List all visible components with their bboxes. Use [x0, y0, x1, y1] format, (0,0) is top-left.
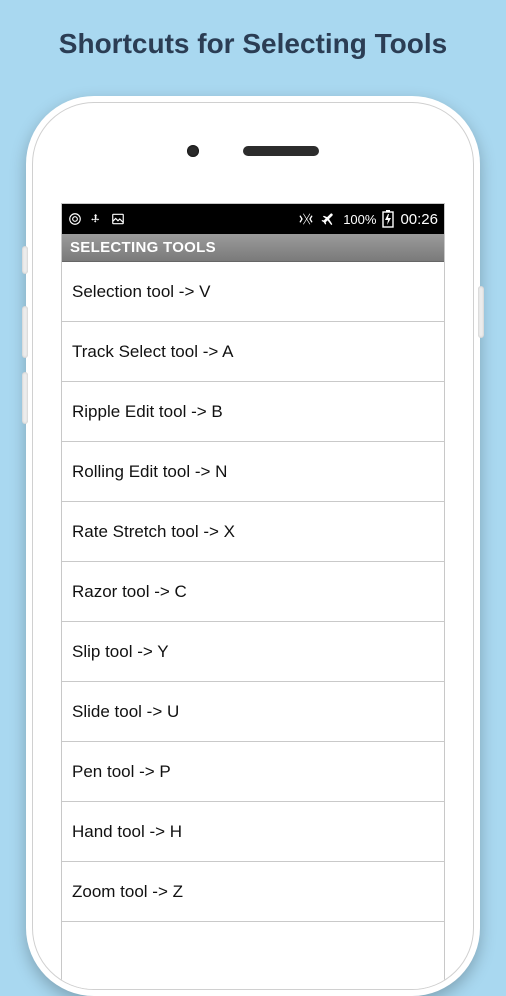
earpiece-speaker-icon — [243, 146, 319, 156]
mute-switch — [22, 246, 28, 274]
battery-percent: 100% — [343, 212, 376, 227]
clock: 00:26 — [400, 211, 438, 228]
list-item-label: Zoom tool -> Z — [72, 882, 183, 902]
list-item[interactable]: Slide tool -> U — [62, 682, 444, 742]
list-item[interactable]: Razor tool -> C — [62, 562, 444, 622]
list-item-label: Pen tool -> P — [72, 762, 171, 782]
list-item[interactable]: Rolling Edit tool -> N — [62, 442, 444, 502]
list-item[interactable]: Track Select tool -> A — [62, 322, 444, 382]
list-item[interactable]: Selection tool -> V — [62, 262, 444, 322]
list-item[interactable]: Hand tool -> H — [62, 802, 444, 862]
list-item[interactable]: Ripple Edit tool -> B — [62, 382, 444, 442]
shortcut-list[interactable]: Selection tool -> V Track Select tool ->… — [62, 262, 444, 922]
vibrate-icon — [297, 211, 315, 227]
list-item-label: Hand tool -> H — [72, 822, 182, 842]
airplane-icon — [321, 211, 337, 227]
list-item-label: Slide tool -> U — [72, 702, 179, 722]
front-camera-icon — [187, 145, 199, 157]
battery-charging-icon — [382, 210, 394, 228]
list-item-label: Ripple Edit tool -> B — [72, 402, 223, 422]
phone-inner: 100% 00:26 SELECTING TOOLS Selection too… — [32, 102, 474, 990]
phone-frame: 100% 00:26 SELECTING TOOLS Selection too… — [26, 96, 480, 996]
list-item-label: Razor tool -> C — [72, 582, 187, 602]
volume-down-button — [22, 372, 28, 424]
picture-icon — [110, 212, 126, 226]
list-item[interactable]: Slip tool -> Y — [62, 622, 444, 682]
page-title: Shortcuts for Selecting Tools — [0, 0, 506, 84]
phone-top-hardware — [33, 103, 473, 199]
list-item[interactable]: Pen tool -> P — [62, 742, 444, 802]
app-header: SELECTING TOOLS — [62, 234, 444, 262]
usb-icon — [90, 211, 102, 227]
volume-up-button — [22, 306, 28, 358]
phone-screen: 100% 00:26 SELECTING TOOLS Selection too… — [61, 203, 445, 990]
list-item-label: Slip tool -> Y — [72, 642, 169, 662]
power-button — [478, 286, 484, 338]
list-item-label: Rate Stretch tool -> X — [72, 522, 235, 542]
list-item-label: Track Select tool -> A — [72, 342, 233, 362]
list-item-label: Rolling Edit tool -> N — [72, 462, 227, 482]
statusbar: 100% 00:26 — [62, 204, 444, 234]
sync-icon — [68, 212, 82, 226]
list-item[interactable]: Zoom tool -> Z — [62, 862, 444, 922]
list-item[interactable]: Rate Stretch tool -> X — [62, 502, 444, 562]
list-item-label: Selection tool -> V — [72, 282, 210, 302]
